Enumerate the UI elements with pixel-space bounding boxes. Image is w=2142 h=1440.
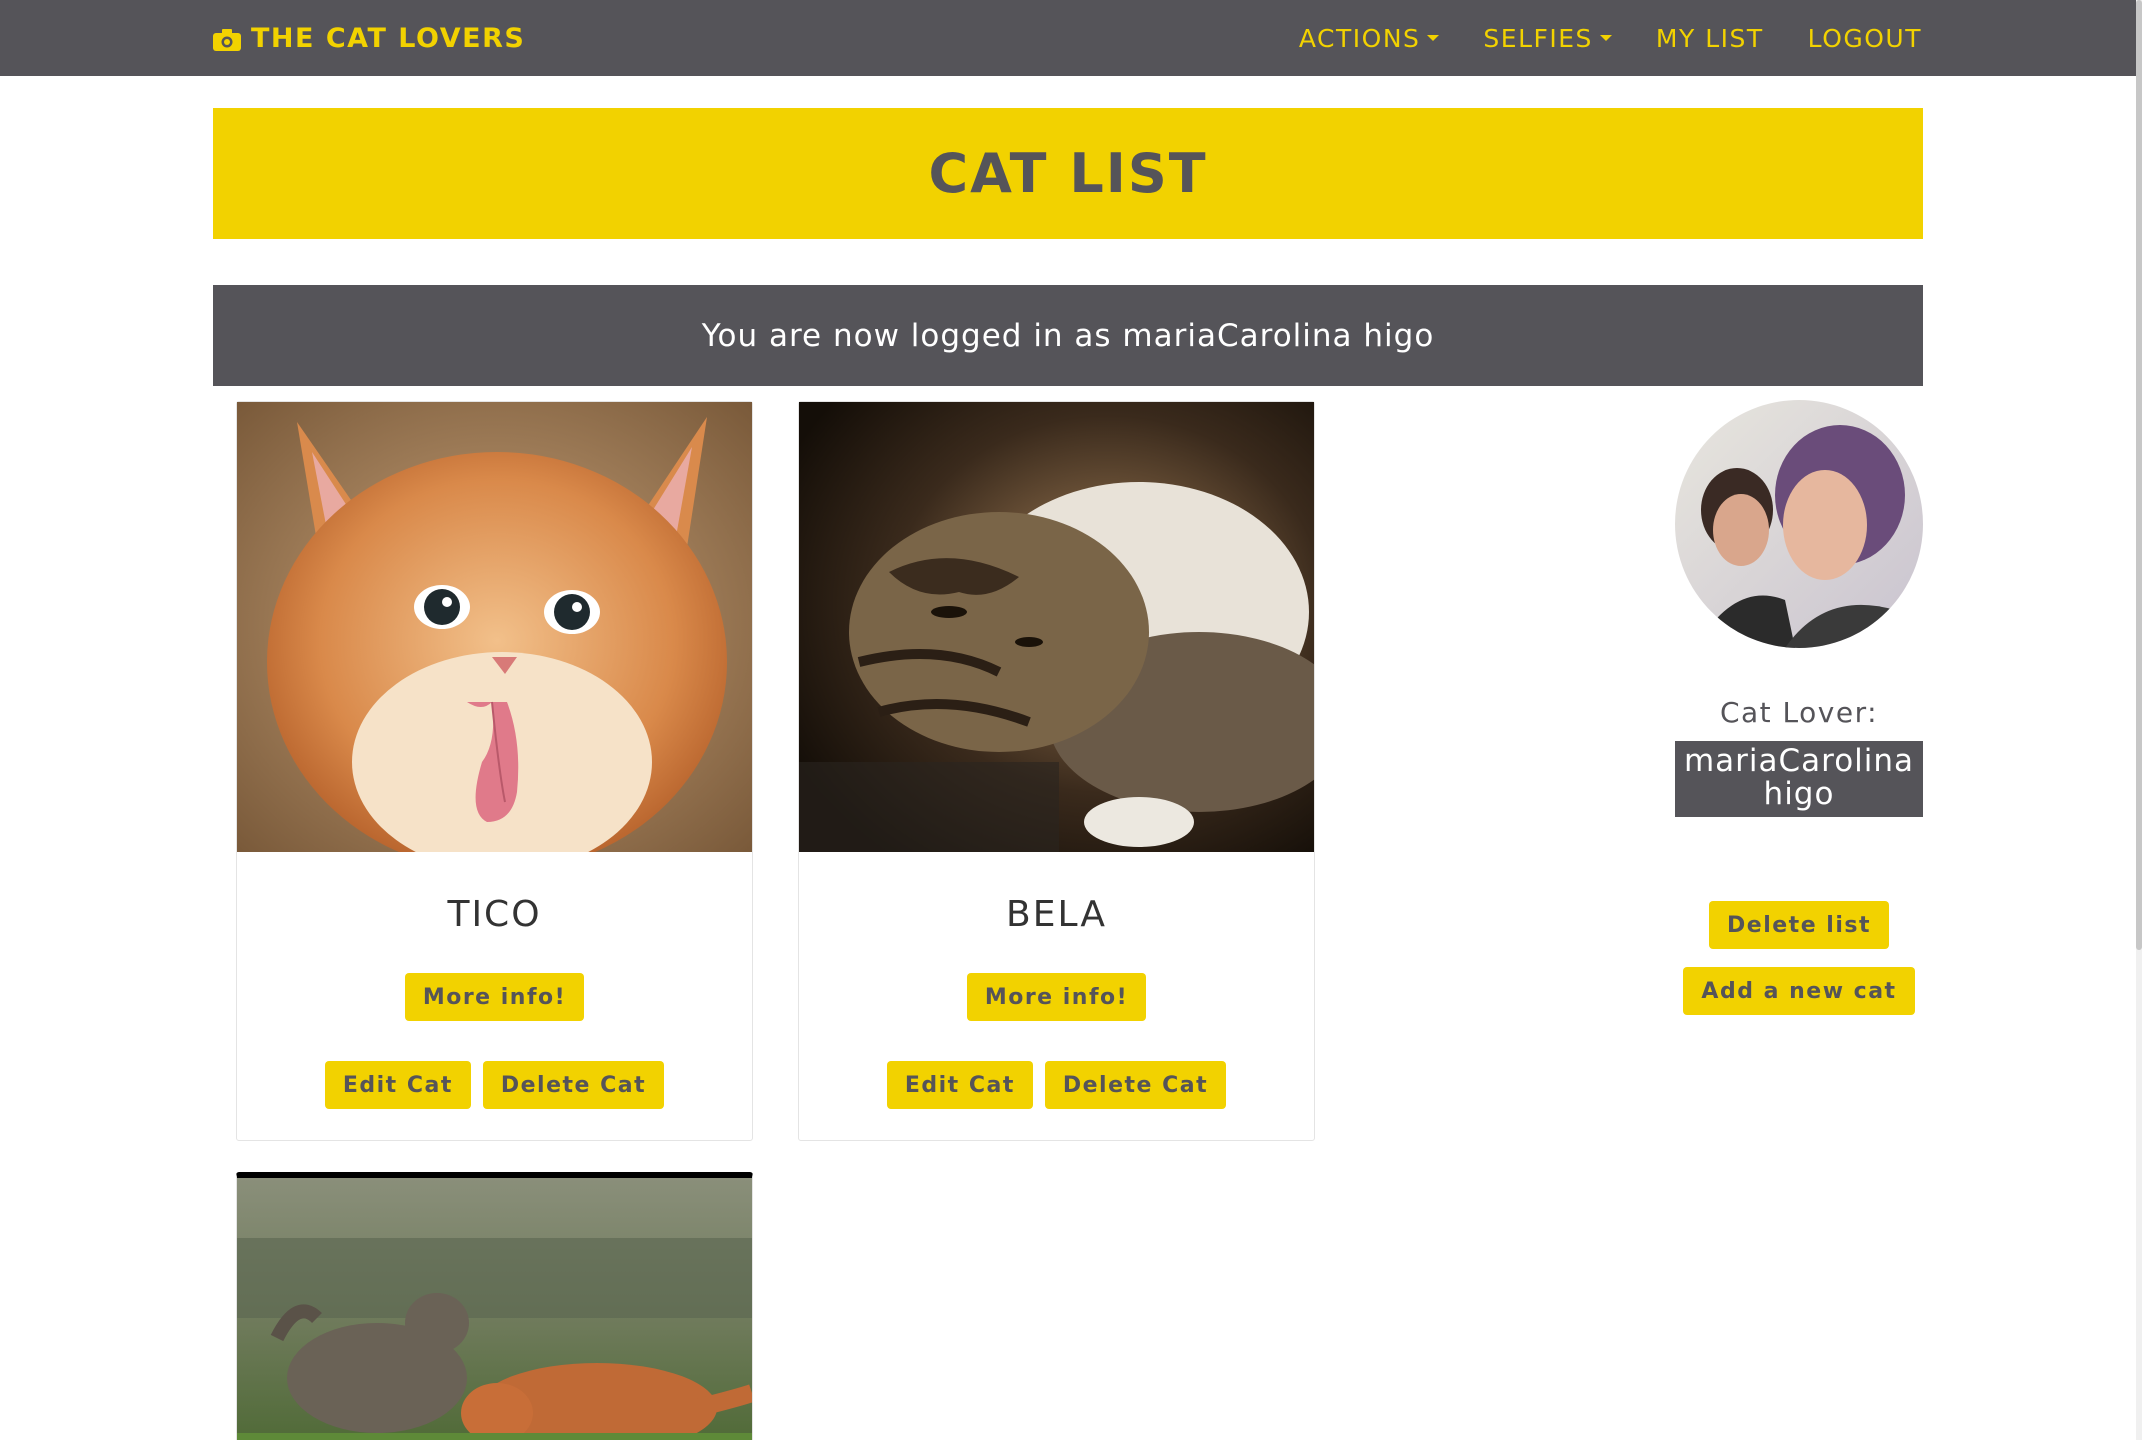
scrollbar-thumb[interactable] [2136, 0, 2142, 950]
profile-avatar [1675, 400, 1923, 648]
nav-actions-label: ACTIONS [1298, 23, 1421, 53]
edit-cat-button[interactable]: Edit Cat [886, 1061, 1033, 1109]
nav-selfies[interactable]: SELFIES [1483, 24, 1612, 53]
cat-photo-two-cats [237, 1178, 752, 1440]
cat-card: BELA More info! Edit Cat Delete Cat [798, 401, 1315, 1141]
camera-icon [213, 27, 241, 51]
nav-logout-label: LOGOUT [1807, 23, 1922, 53]
delete-list-button[interactable]: Delete list [1709, 901, 1889, 949]
nav-my-list-label: MY LIST [1655, 23, 1764, 53]
more-info-button[interactable]: More info! [404, 973, 585, 1021]
navbar: THE CAT LOVERS ACTIONS SELFIES MY LIST L… [0, 0, 2142, 76]
cat-photo-tabby [799, 402, 1314, 852]
cat-card: TICO More info! Edit Cat Delete Cat [236, 401, 753, 1141]
nav-my-list[interactable]: MY LIST [1656, 24, 1764, 53]
page-scrollbar[interactable] [2136, 0, 2142, 1440]
delete-cat-button[interactable]: Delete Cat [1044, 1061, 1227, 1109]
nav-selfies-label: SELFIES [1483, 23, 1593, 53]
cat-lover-label: Cat Lover: [1719, 696, 1879, 729]
login-flash-message: You are now logged in as mariaCarolina h… [213, 285, 1923, 386]
delete-cat-button[interactable]: Delete Cat [482, 1061, 665, 1109]
nav-logout[interactable]: LOGOUT [1808, 24, 1922, 53]
cat-photo-orange-kitten [237, 402, 752, 852]
brand-link[interactable]: THE CAT LOVERS [213, 0, 525, 76]
cat-card [236, 1172, 753, 1440]
nav-actions[interactable]: ACTIONS [1299, 24, 1440, 53]
cat-name: BELA [1006, 894, 1107, 935]
caret-down-icon [1427, 35, 1440, 41]
edit-cat-button[interactable]: Edit Cat [324, 1061, 471, 1109]
cat-name: TICO [447, 894, 542, 935]
add-new-cat-button[interactable]: Add a new cat [1683, 967, 1915, 1015]
profile-panel: Cat Lover: mariaCarolina higo Delete lis… [1675, 400, 1923, 1015]
caret-down-icon [1599, 35, 1612, 41]
page-header-banner: CAT LIST [213, 108, 1923, 239]
cat-lover-name: mariaCarolina higo [1675, 741, 1923, 817]
nav-links: ACTIONS SELFIES MY LIST LOGOUT [1299, 0, 1922, 76]
more-info-button[interactable]: More info! [966, 973, 1147, 1021]
page-title: CAT LIST [928, 142, 1208, 205]
brand-title: THE CAT LOVERS [251, 22, 526, 54]
